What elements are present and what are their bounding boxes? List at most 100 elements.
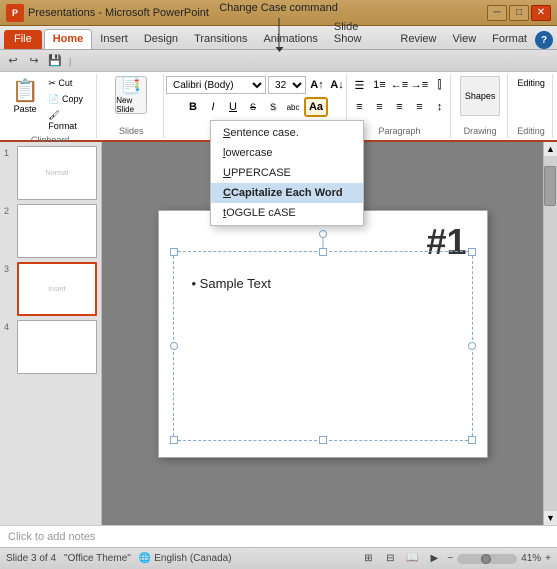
- slide-thumbnail[interactable]: [17, 204, 97, 258]
- new-slide-button[interactable]: 📑 New Slide: [115, 76, 147, 114]
- ribbon-right-controls: ?: [535, 31, 553, 49]
- tab-design[interactable]: Design: [136, 30, 186, 49]
- tab-file[interactable]: File: [4, 30, 42, 49]
- slide-counter-qa: |: [69, 56, 71, 66]
- tab-format[interactable]: Format: [484, 30, 535, 49]
- paragraph-controls: ☰ 1≡ ←≡ →≡ ⫿ ≡ ≡ ≡ ≡ ↕: [350, 76, 448, 124]
- tab-review[interactable]: Review: [392, 30, 444, 49]
- drawing-controls: Shapes: [460, 76, 500, 124]
- font-size-select[interactable]: 32: [268, 76, 306, 94]
- save-button[interactable]: 💾: [46, 52, 64, 70]
- vertical-scrollbar: ▲ ▼: [543, 142, 557, 525]
- slide-thumbnail-active[interactable]: Insert: [17, 262, 97, 316]
- tab-insert[interactable]: Insert: [92, 30, 136, 49]
- handle-br[interactable]: [468, 436, 476, 444]
- slide-sorter-button[interactable]: ⊟: [381, 551, 399, 567]
- menu-item-capitalize[interactable]: CCapitalize Each Word: [211, 183, 363, 203]
- increase-indent-button[interactable]: →≡: [410, 76, 428, 94]
- slide-panel: 1 Normal 2 3 Insert 4: [0, 142, 102, 525]
- paragraph-group: ☰ 1≡ ←≡ →≡ ⫿ ≡ ≡ ≡ ≡ ↕ Paragraph: [349, 74, 451, 138]
- menu-item-uppercase[interactable]: UPPERCASE: [211, 163, 363, 183]
- line-spacing-button[interactable]: ↕: [430, 98, 448, 116]
- editing-label: Editing: [517, 124, 545, 136]
- slide-thumb-label: Insert: [48, 286, 66, 293]
- scrollbar-thumb[interactable]: [544, 166, 556, 206]
- copy-button[interactable]: 📄 Copy: [44, 92, 92, 107]
- format-painter-button[interactable]: 🖌 Format: [44, 108, 92, 133]
- slides-group: 📑 New Slide Slides: [99, 74, 164, 138]
- zoom-minus[interactable]: −: [447, 553, 453, 564]
- paragraph-label: Paragraph: [378, 124, 420, 136]
- reading-view-button[interactable]: 📖: [403, 551, 421, 567]
- tab-home[interactable]: Home: [44, 29, 93, 49]
- title-bar-left: P Presentations - Microsoft PowerPoint: [6, 4, 209, 22]
- handle-tl[interactable]: [170, 248, 178, 256]
- list-item: 4: [4, 320, 97, 374]
- status-right: ⊞ ⊟ 📖 ▶ − 41% +: [359, 551, 551, 567]
- tab-transitions[interactable]: Transitions: [186, 30, 255, 49]
- shapes-gallery[interactable]: Shapes: [460, 76, 500, 116]
- paste-button[interactable]: 📋 Paste: [8, 76, 42, 116]
- notes-area[interactable]: Click to add notes: [0, 525, 557, 547]
- strikethrough-button[interactable]: S: [244, 98, 262, 116]
- slide-thumb-label: Normal: [46, 170, 69, 177]
- numbering-button[interactable]: 1≡: [370, 76, 388, 94]
- italic-button[interactable]: I: [204, 98, 222, 116]
- normal-view-button[interactable]: ⊞: [359, 551, 377, 567]
- font-name-select[interactable]: Calibri (Body): [166, 76, 266, 94]
- menu-item-label: OGGLE cASE: [226, 207, 296, 219]
- handle-ml[interactable]: [170, 342, 178, 350]
- menu-item-sentence-case[interactable]: Sentence case.: [211, 123, 363, 143]
- zoom-level: 41%: [521, 553, 541, 564]
- handle-tm[interactable]: [319, 248, 327, 256]
- language-info: 🌐 English (Canada): [139, 553, 232, 564]
- slideshow-view-button[interactable]: ▶: [425, 551, 443, 567]
- help-button[interactable]: ?: [535, 31, 553, 49]
- scroll-down-arrow[interactable]: ▼: [544, 511, 557, 525]
- list-item: 1 Normal: [4, 146, 97, 200]
- tab-animations[interactable]: Animations: [255, 30, 325, 49]
- menu-item-toggle-case[interactable]: tOGGLE cASE: [211, 203, 363, 223]
- bullet-text: Sample Text: [192, 276, 271, 291]
- undo-button[interactable]: ↩: [4, 52, 22, 70]
- bold-button[interactable]: B: [184, 98, 202, 116]
- drawing-label: Drawing: [464, 124, 497, 136]
- maximize-button[interactable]: □: [509, 5, 529, 21]
- editing-controls: Editing: [513, 76, 549, 124]
- minimize-button[interactable]: ─: [487, 5, 507, 21]
- tab-view[interactable]: View: [445, 30, 485, 49]
- shadow-button[interactable]: S: [264, 98, 282, 116]
- menu-item-lowercase[interactable]: lowercase: [211, 143, 363, 163]
- close-button[interactable]: ✕: [531, 5, 551, 21]
- handle-bl[interactable]: [170, 436, 178, 444]
- cut-button[interactable]: ✂ Cut: [44, 76, 92, 91]
- zoom-slider[interactable]: [457, 554, 517, 564]
- justify-button[interactable]: ≡: [410, 98, 428, 116]
- handle-bm[interactable]: [319, 436, 327, 444]
- decrease-font-button[interactable]: A↓: [328, 76, 346, 94]
- rotation-handle[interactable]: [319, 230, 327, 238]
- smallcaps-button[interactable]: abc: [284, 98, 302, 116]
- align-left-button[interactable]: ≡: [350, 98, 368, 116]
- zoom-thumb: [481, 554, 491, 564]
- handle-mr[interactable]: [468, 342, 476, 350]
- underline-button[interactable]: U: [224, 98, 242, 116]
- tab-slideshow[interactable]: Slide Show: [326, 18, 393, 49]
- columns-button[interactable]: ⫿: [430, 76, 448, 94]
- slide-thumbnail[interactable]: Normal: [17, 146, 97, 200]
- zoom-plus[interactable]: +: [545, 553, 551, 564]
- textbox-dashed[interactable]: Sample Text: [173, 251, 473, 441]
- handle-tr[interactable]: [468, 248, 476, 256]
- decrease-indent-button[interactable]: ←≡: [390, 76, 408, 94]
- editing-button[interactable]: Editing: [513, 76, 549, 90]
- align-right-button[interactable]: ≡: [390, 98, 408, 116]
- align-center-button[interactable]: ≡: [370, 98, 388, 116]
- increase-font-button[interactable]: A↑: [308, 76, 326, 94]
- redo-button[interactable]: ↪: [25, 52, 43, 70]
- slide-number: 4: [4, 320, 14, 332]
- change-case-button[interactable]: Aa: [304, 97, 328, 117]
- bullets-button[interactable]: ☰: [350, 76, 368, 94]
- scroll-up-arrow[interactable]: ▲: [544, 142, 557, 156]
- slide-thumbnail[interactable]: [17, 320, 97, 374]
- window-title: Presentations - Microsoft PowerPoint: [28, 7, 209, 19]
